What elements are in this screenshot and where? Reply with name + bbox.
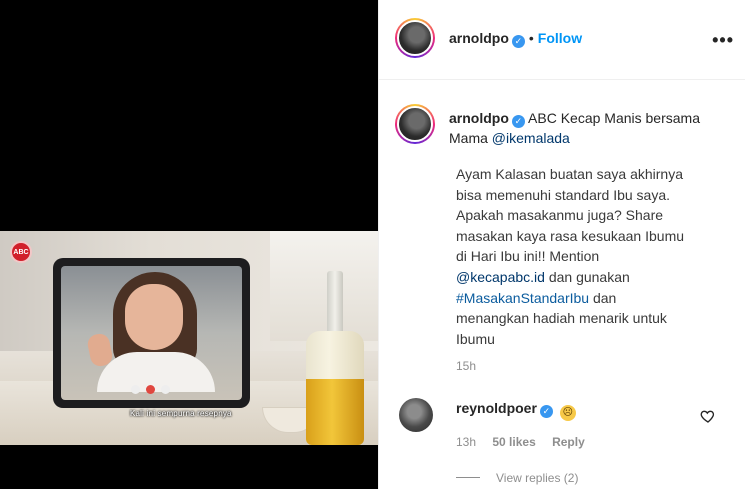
view-replies-button[interactable]: View replies (2) [456,471,578,485]
verified-badge-icon: ✓ [511,35,525,48]
caption-line: Ayam Kalasan buatan saya akhirnya [456,166,683,182]
caption-line: di Hari Ibu ini!! Mention [456,248,600,265]
author-avatar-ring[interactable] [395,18,435,58]
commenter-avatar[interactable] [399,398,433,432]
post-panel: arnoldpo ✓ • Follow ••• arnoldpo ✓ ABC Kecap… [378,0,745,489]
reply-button[interactable]: Reply [552,435,585,449]
post-media[interactable]: ABC Kali ini sempurna resepnya [0,0,378,489]
caption-line: #MasakanStandarIbu dan [456,288,706,309]
oil-bottle [300,271,370,445]
commenter-username[interactable]: reynoldpoer [456,400,537,416]
caption-line: masakan kaya rasa kesukaan Ibumu [456,227,685,244]
abc-logo: ABC [10,241,32,263]
caption-body: Ayam Kalasan buatan saya akhirnya bisa m… [456,164,706,349]
caption-text: dan gunakan [548,268,630,285]
caption-line: menangkan hadiah menarik untuk [456,310,667,327]
caption-line: Apakah masakanmu juga? Share [456,207,664,224]
caption-text: dan [592,289,617,306]
video-subtitle: Kali ini sempurna resepnya [130,409,232,418]
caption-line: Ibumu [456,330,495,347]
video-call-controls [131,385,170,394]
person-face [125,284,183,350]
call-control-icon [131,385,140,394]
separator-dot: • [528,30,534,46]
more-options-icon[interactable]: ••• [712,30,734,51]
end-call-icon [146,385,155,394]
video-frame[interactable]: ABC Kali ini sempurna resepnya [0,231,378,445]
verified-badge-icon: ✓ [539,405,553,418]
caption-timestamp[interactable]: 15h [456,359,476,373]
mention-link[interactable]: @ikemalada [492,130,570,146]
caption-username[interactable]: arnoldpo [449,110,509,126]
verified-badge-icon: ✓ [511,115,525,128]
comment-meta: 13h 50 likes Reply [456,435,598,449]
header-line: arnoldpo ✓ • Follow [449,30,582,48]
replies-divider [456,477,480,478]
comment-timestamp[interactable]: 13h [456,435,476,449]
follow-button[interactable]: Follow [538,30,582,46]
heart-icon[interactable] [700,408,716,424]
caption-avatar-ring[interactable] [395,104,435,144]
caption-line: @kecapabc.id dan gunakan [456,267,706,288]
bottle-oil [306,379,364,445]
tablet-screen [61,266,242,400]
comment-line: reynoldpoer ✓ ☹ [456,400,576,421]
hashtag-link[interactable]: #MasakanStandarIbu [456,290,589,306]
caption-line: bisa memenuhi standard Ibu saya. [456,186,671,203]
tablet [53,258,250,408]
author-username[interactable]: arnoldpo [449,30,509,46]
crying-emoji-icon: ☹ [559,405,576,421]
caption-headline: arnoldpo ✓ ABC Kecap Manis bersama Mama @… [449,108,729,148]
avatar[interactable] [397,20,433,56]
brand-mention-link[interactable]: @kecapabc.id [456,269,545,285]
comment-likes[interactable]: 50 likes [492,435,535,449]
call-control-icon [161,385,170,394]
avatar[interactable] [397,106,433,142]
view-replies-label[interactable]: View replies (2) [496,471,578,485]
post-header: arnoldpo ✓ • Follow ••• [379,0,745,80]
